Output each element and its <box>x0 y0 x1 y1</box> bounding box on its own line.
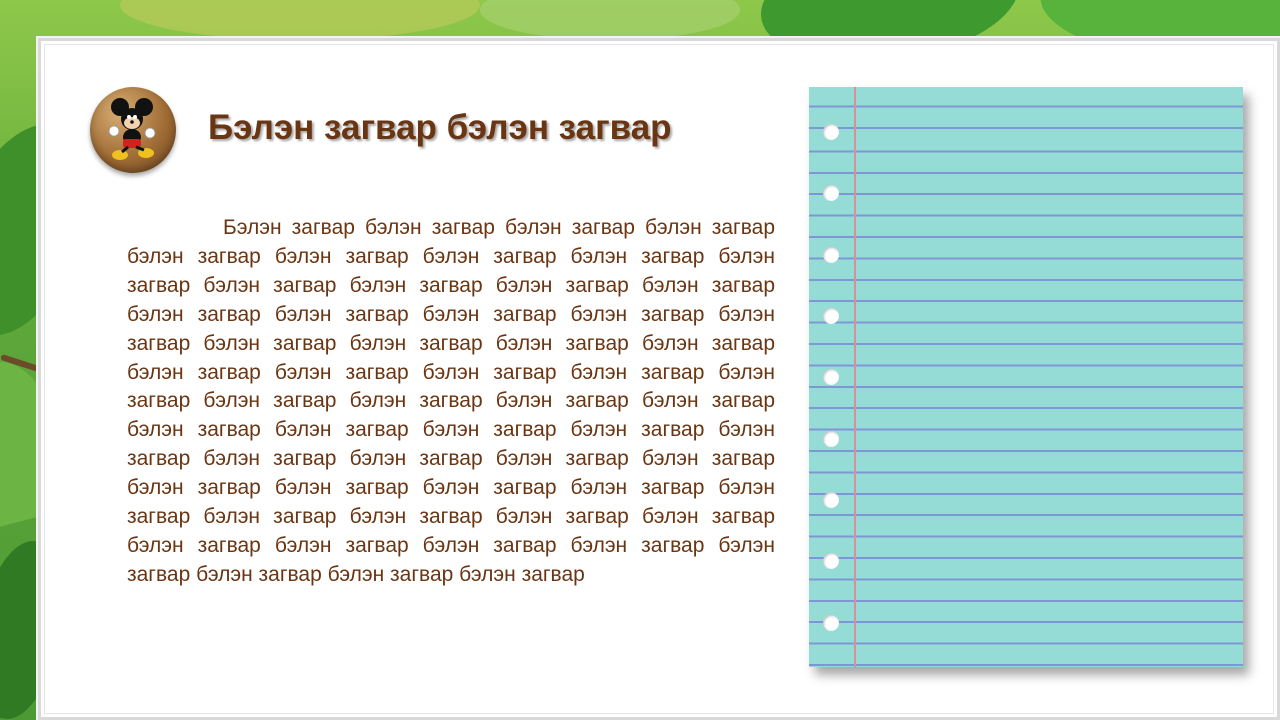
punch-hole <box>823 492 839 508</box>
punch-hole <box>823 124 839 140</box>
punch-hole <box>823 431 839 447</box>
leaf-decoration <box>480 0 740 40</box>
punch-hole <box>823 369 839 385</box>
slide-title: Бэлэн загвар бэлэн загвар <box>208 108 672 147</box>
leaf-decoration <box>120 0 480 40</box>
margin-line <box>854 87 856 667</box>
body-paragraph: Бэлэн загвар бэлэн загвар бэлэн загвар б… <box>127 216 775 586</box>
notebook-paper-image <box>809 87 1243 667</box>
punch-hole <box>823 247 839 263</box>
punch-hole <box>823 615 839 631</box>
punch-hole <box>823 553 839 569</box>
mickey-mouse-icon <box>90 87 176 173</box>
punch-hole <box>823 185 839 201</box>
ruled-lines <box>809 87 1243 667</box>
punch-hole <box>823 308 839 324</box>
